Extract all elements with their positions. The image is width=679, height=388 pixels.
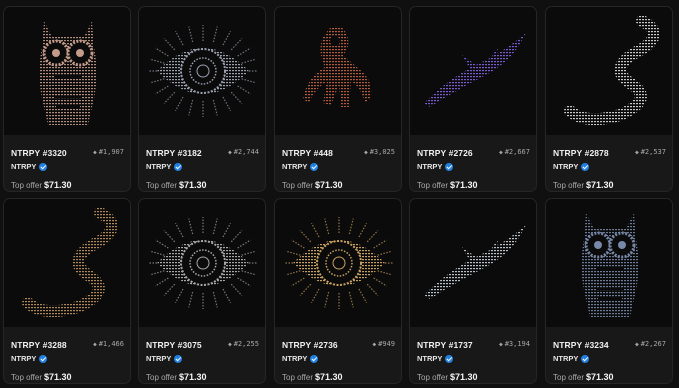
- diamond-icon: ◆: [93, 149, 97, 156]
- nft-name[interactable]: NTRPY #2726: [417, 148, 473, 158]
- nft-artwork[interactable]: [546, 7, 672, 135]
- collection-link[interactable]: NTRPY: [282, 162, 319, 171]
- diamond-icon: ◆: [499, 341, 503, 348]
- nft-name[interactable]: NTRPY #3234: [553, 340, 609, 350]
- nft-card[interactable]: NTRPY #2726 ◆ #2,667 NTRPY Top offer $71.3…: [409, 6, 537, 192]
- nft-artwork[interactable]: [410, 199, 536, 327]
- nft-name[interactable]: NTRPY #3288: [11, 340, 67, 350]
- rarity-rank: ◆ #2,537: [635, 148, 666, 156]
- collection-link[interactable]: NTRPY: [417, 162, 454, 171]
- diamond-icon: ◆: [228, 149, 232, 156]
- nft-artwork[interactable]: [410, 7, 536, 135]
- nft-name[interactable]: NTRPY #3075: [146, 340, 202, 350]
- nft-card[interactable]: NTRPY #448 ◆ #3,025 NTRPY Top offer $71.30: [274, 6, 402, 192]
- rarity-rank: ◆ #1,907: [93, 148, 124, 156]
- offer-price: $71.30: [314, 180, 343, 190]
- collection-link[interactable]: NTRPY: [553, 354, 590, 363]
- top-offer: Top offer $71.30: [282, 180, 343, 190]
- collection-link[interactable]: NTRPY: [417, 354, 454, 363]
- rarity-rank: ◆ #3,025: [364, 148, 395, 156]
- nft-grid: NTRPY #3320 ◆ #1,907 NTRPY Top offer $71.3…: [0, 0, 679, 388]
- nft-card[interactable]: NTRPY #3288 ◆ #1,466 NTRPY Top offer $71.3…: [3, 198, 131, 384]
- nft-name[interactable]: NTRPY #2878: [553, 148, 609, 158]
- verified-check-icon: [310, 354, 319, 363]
- offer-price: $71.30: [178, 180, 207, 190]
- nft-card[interactable]: NTRPY #2736 ◆ #949 NTRPY Top offer $71.30: [274, 198, 402, 384]
- rarity-rank: ◆ #2,744: [228, 148, 259, 156]
- offer-price: $71.30: [314, 372, 343, 382]
- collection-link[interactable]: NTRPY: [553, 162, 590, 171]
- rarity-rank: ◆ #2,255: [228, 340, 259, 348]
- diamond-icon: ◆: [499, 149, 503, 156]
- diamond-icon: ◆: [228, 341, 232, 348]
- offer-price: $71.30: [43, 372, 72, 382]
- nft-artwork[interactable]: [139, 7, 265, 135]
- nft-artwork[interactable]: [139, 199, 265, 327]
- nft-artwork[interactable]: [4, 7, 130, 135]
- diamond-icon: ◆: [93, 341, 97, 348]
- diamond-icon: ◆: [635, 149, 639, 156]
- nft-artwork[interactable]: [4, 199, 130, 327]
- nft-card[interactable]: NTRPY #3182 ◆ #2,744 NTRPY Top offer $71.3…: [138, 6, 266, 192]
- verified-check-icon: [445, 354, 454, 363]
- nft-name[interactable]: NTRPY #3182: [146, 148, 202, 158]
- collection-link[interactable]: NTRPY: [282, 354, 319, 363]
- rarity-rank: ◆ #2,667: [499, 148, 530, 156]
- offer-price: $71.30: [585, 372, 614, 382]
- top-offer: Top offer $71.30: [417, 180, 478, 190]
- nft-artwork[interactable]: [546, 199, 672, 327]
- offer-price: $71.30: [43, 180, 72, 190]
- offer-price: $71.30: [178, 372, 207, 382]
- top-offer: Top offer $71.30: [553, 180, 614, 190]
- collection-link[interactable]: NTRPY: [146, 354, 183, 363]
- verified-check-icon: [581, 354, 590, 363]
- nft-artwork[interactable]: [275, 7, 401, 135]
- top-offer: Top offer $71.30: [146, 372, 207, 382]
- rarity-rank: ◆ #2,267: [635, 340, 666, 348]
- offer-price: $71.30: [585, 180, 614, 190]
- nft-artwork[interactable]: [275, 199, 401, 327]
- nft-card[interactable]: NTRPY #3234 ◆ #2,267 NTRPY Top offer $71.3…: [545, 198, 673, 384]
- nft-name[interactable]: NTRPY #448: [282, 148, 333, 158]
- verified-check-icon: [39, 162, 48, 171]
- diamond-icon: ◆: [372, 341, 377, 348]
- offer-price: $71.30: [449, 180, 478, 190]
- nft-card[interactable]: NTRPY #3320 ◆ #1,907 NTRPY Top offer $71.3…: [3, 6, 131, 192]
- verified-check-icon: [174, 162, 183, 171]
- top-offer: Top offer $71.30: [553, 372, 614, 382]
- verified-check-icon: [39, 354, 48, 363]
- diamond-icon: ◆: [364, 149, 368, 156]
- diamond-icon: ◆: [635, 341, 639, 348]
- collection-link[interactable]: NTRPY: [11, 162, 48, 171]
- top-offer: Top offer $71.30: [417, 372, 478, 382]
- verified-check-icon: [174, 354, 183, 363]
- verified-check-icon: [581, 162, 590, 171]
- top-offer: Top offer $71.30: [282, 372, 343, 382]
- top-offer: Top offer $71.30: [11, 372, 72, 382]
- verified-check-icon: [310, 162, 319, 171]
- nft-name[interactable]: NTRPY #2736: [282, 340, 338, 350]
- collection-link[interactable]: NTRPY: [146, 162, 183, 171]
- nft-card[interactable]: NTRPY #3075 ◆ #2,255 NTRPY Top offer $71.3…: [138, 198, 266, 384]
- offer-price: $71.30: [449, 372, 478, 382]
- rarity-rank: ◆ #1,466: [93, 340, 124, 348]
- top-offer: Top offer $71.30: [11, 180, 72, 190]
- top-offer: Top offer $71.30: [146, 180, 207, 190]
- collection-link[interactable]: NTRPY: [11, 354, 48, 363]
- nft-name[interactable]: NTRPY #1737: [417, 340, 473, 350]
- rarity-rank: ◆ #949: [372, 340, 395, 348]
- nft-card[interactable]: NTRPY #2878 ◆ #2,537 NTRPY Top offer $71.3…: [545, 6, 673, 192]
- rarity-rank: ◆ #3,194: [499, 340, 530, 348]
- nft-name[interactable]: NTRPY #3320: [11, 148, 67, 158]
- nft-card[interactable]: NTRPY #1737 ◆ #3,194 NTRPY Top offer $71.3…: [409, 198, 537, 384]
- verified-check-icon: [445, 162, 454, 171]
